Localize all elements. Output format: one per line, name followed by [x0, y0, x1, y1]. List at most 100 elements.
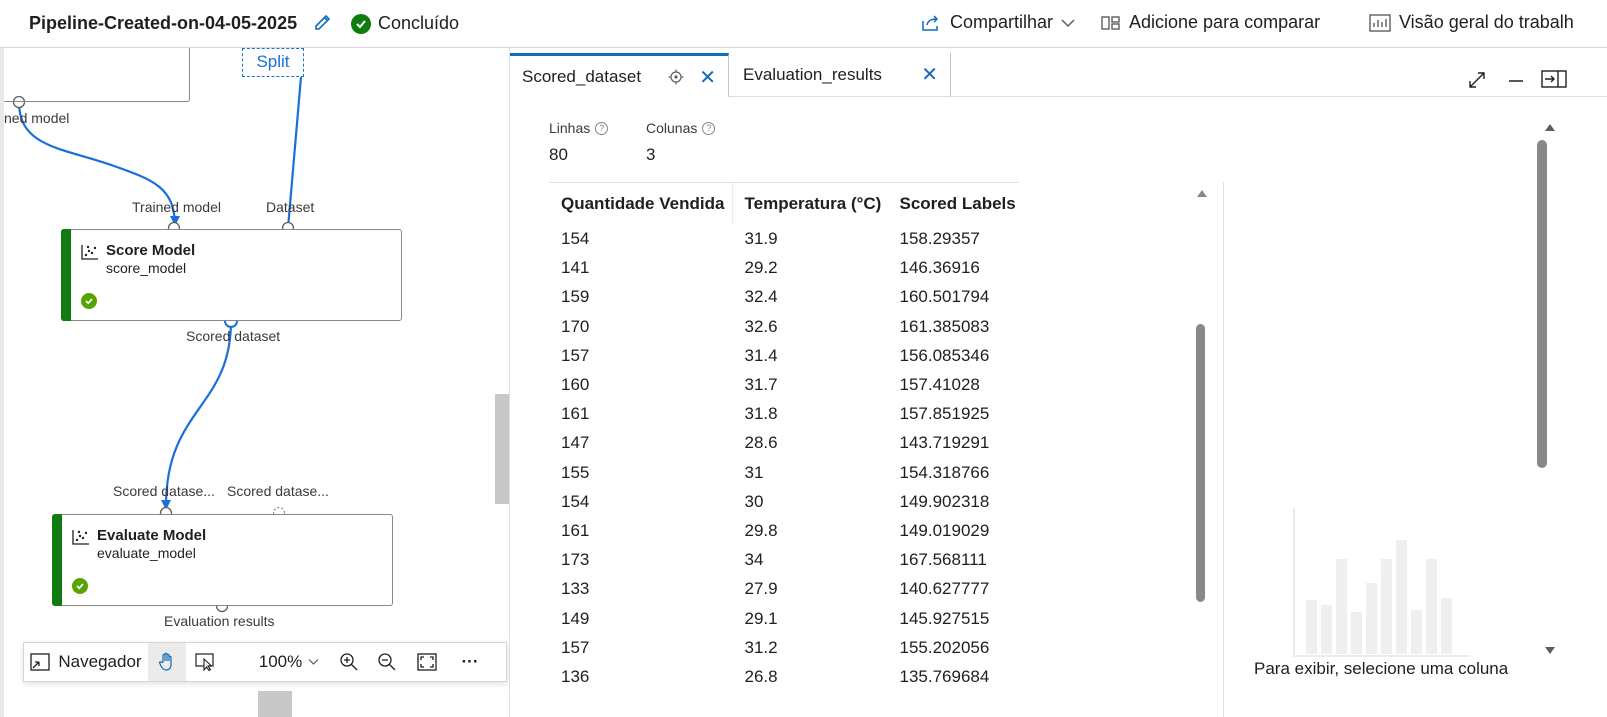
table-row[interactable]: 159 32.4 160.501794 — [549, 283, 1019, 312]
table-cell: 149.902318 — [899, 491, 990, 511]
table-cell: 161 — [561, 404, 590, 424]
more-options-button[interactable]: ··· — [448, 643, 492, 681]
zoom-level-dropdown[interactable]: 100% — [248, 643, 330, 681]
table-cell: 157 — [561, 637, 590, 657]
table-cell: 154 — [561, 491, 590, 511]
help-icon[interactable]: ? — [702, 121, 716, 135]
compare-label: Adicione para comparar — [1129, 12, 1321, 32]
empty-chart-message: Para exibir, selecione uma coluna — [1254, 659, 1509, 678]
overview-label: Visão geral do trabalh — [1399, 12, 1574, 32]
pipeline-canvas[interactable]: Split ned model Trained model Dataset Sc… — [4, 48, 509, 717]
table-cell: 143.719291 — [899, 433, 990, 453]
table-cell: 145.927515 — [899, 608, 990, 628]
table-cell: 32.6 — [744, 316, 778, 336]
zoom-out-icon[interactable] — [368, 643, 406, 681]
table-row[interactable]: 161 31.8 157.851925 — [549, 400, 1019, 429]
tab-scored-dataset[interactable]: Scored_dataset ✕ — [510, 53, 729, 97]
table-row[interactable]: 170 32.6 161.385083 — [549, 312, 1019, 341]
select-pointer-icon[interactable] — [186, 643, 224, 681]
tab-evaluation-results[interactable]: Evaluation_results ✕ — [731, 53, 951, 97]
zoom-value: 100% — [258, 652, 303, 671]
table-row[interactable]: 154 30 149.902318 — [549, 487, 1019, 516]
table-cell: 155 — [561, 462, 590, 482]
table-cell: 157.41028 — [899, 375, 980, 395]
dock-panel-icon[interactable] — [1541, 70, 1567, 88]
table-row[interactable]: 157 31.4 156.085346 — [549, 341, 1019, 370]
table-row[interactable]: 160 31.7 157.41028 — [549, 370, 1019, 399]
share-button[interactable]: Compartilhar — [920, 12, 1075, 33]
table-cell: 160 — [561, 375, 590, 395]
table-cell: 146.36916 — [899, 258, 980, 278]
scored-dataset-output-label: Scored dataset — [186, 328, 281, 344]
panel-scrollbar-thumb[interactable] — [1537, 140, 1547, 468]
table-cell: 29.8 — [744, 520, 778, 540]
tab-label: Evaluation_results — [743, 65, 882, 84]
scroll-down-arrow-icon[interactable] — [1544, 646, 1556, 656]
column-header[interactable]: Quantidade Vendida — [549, 182, 733, 225]
edit-pencil-icon[interactable] — [312, 12, 334, 34]
canvas-horizontal-scrollbar[interactable] — [258, 691, 292, 717]
table-row[interactable]: 149 29.1 145.927515 — [549, 604, 1019, 633]
table-scrollbar-thumb[interactable] — [1196, 324, 1205, 602]
table-cell: 133 — [561, 579, 590, 599]
table-row[interactable]: 136 26.8 135.769684 — [549, 662, 1019, 691]
success-check-icon — [351, 13, 371, 34]
tab-label: Scored_dataset — [522, 66, 642, 86]
train-model-node-partial[interactable] — [4, 48, 190, 102]
module-title: Score Model — [106, 242, 196, 259]
trained-model-output-label: ned model — [4, 110, 70, 126]
scroll-up-arrow-icon[interactable] — [1196, 188, 1208, 198]
table-row[interactable]: 161 29.8 149.019029 — [549, 516, 1019, 545]
status-bar — [61, 229, 71, 321]
navigator-button[interactable]: Navegador — [24, 643, 148, 681]
close-tab-icon[interactable]: ✕ — [699, 68, 716, 88]
table-row[interactable]: 133 27.9 140.627777 — [549, 575, 1019, 604]
completed-check-icon — [72, 578, 88, 594]
output-tabs: Scored_dataset ✕ Evaluation_results ✕ — [510, 53, 1607, 97]
overview-button[interactable]: Visão geral do trabalh — [1369, 12, 1574, 33]
table-row[interactable]: 154 31.9 158.29357 — [549, 225, 1019, 254]
scroll-up-arrow-icon[interactable] — [1544, 122, 1556, 132]
column-header[interactable]: Scored Labels — [887, 182, 1019, 225]
navigator-icon — [30, 653, 51, 671]
evaluate-model-node[interactable]: Evaluate Model evaluate_model — [52, 514, 393, 606]
table-cell: 147 — [561, 433, 590, 453]
close-tab-icon[interactable]: ✕ — [921, 65, 938, 85]
share-icon — [922, 14, 939, 31]
table-row[interactable]: 155 31 154.318766 — [549, 458, 1019, 487]
table-body: 154 31.9 158.29357 141 29.2 146.36916 159 32.4 1… — [549, 225, 1019, 692]
table-cell: 31.7 — [744, 375, 778, 395]
pipeline-title: Pipeline-Created-on-04-05-2025 — [29, 13, 298, 33]
run-status: Concluído — [351, 13, 459, 34]
canvas-toolbar: Navegador 100% ··· — [23, 642, 507, 682]
compare-button[interactable]: Adicione para comparar — [1101, 12, 1320, 33]
split-node[interactable]: Split — [242, 48, 304, 77]
fit-to-screen-icon[interactable] — [406, 643, 448, 681]
table-cell: 149 — [561, 608, 590, 628]
table-row[interactable]: 147 28.6 143.719291 — [549, 429, 1019, 458]
status-bar — [52, 514, 62, 606]
expand-icon[interactable] — [1468, 71, 1486, 89]
module-subtitle: evaluate_model — [97, 545, 196, 561]
column-header[interactable]: Temperatura (°C) — [732, 182, 887, 225]
minimize-icon[interactable] — [1508, 79, 1524, 83]
compare-icon — [1101, 15, 1120, 30]
output-panel: Scored_dataset ✕ Evaluation_results ✕ Li… — [509, 48, 1607, 717]
table-row[interactable]: 173 34 167.568111 — [549, 546, 1019, 575]
table-cell: 31.2 — [744, 637, 778, 657]
table-row[interactable]: 141 29.2 146.36916 — [549, 254, 1019, 283]
table-cell: 141 — [561, 258, 590, 278]
score-in-dataset-label: Dataset — [266, 199, 315, 215]
pan-hand-icon[interactable] — [148, 643, 186, 681]
score-model-node[interactable]: Score Model score_model — [61, 229, 402, 321]
table-cell: 159 — [561, 287, 590, 307]
table-cell: 149.019029 — [899, 520, 990, 540]
evaluate-in-left-label: Scored datase... — [113, 483, 215, 499]
table-cell: 136 — [561, 666, 590, 686]
zoom-in-icon[interactable] — [330, 643, 368, 681]
canvas-vertical-scrollbar[interactable] — [495, 394, 509, 504]
help-icon[interactable]: ? — [595, 121, 609, 135]
table-row[interactable]: 157 31.2 155.202056 — [549, 633, 1019, 662]
evaluation-results-output-label: Evaluation results — [164, 613, 275, 629]
locate-target-icon[interactable] — [668, 69, 684, 85]
